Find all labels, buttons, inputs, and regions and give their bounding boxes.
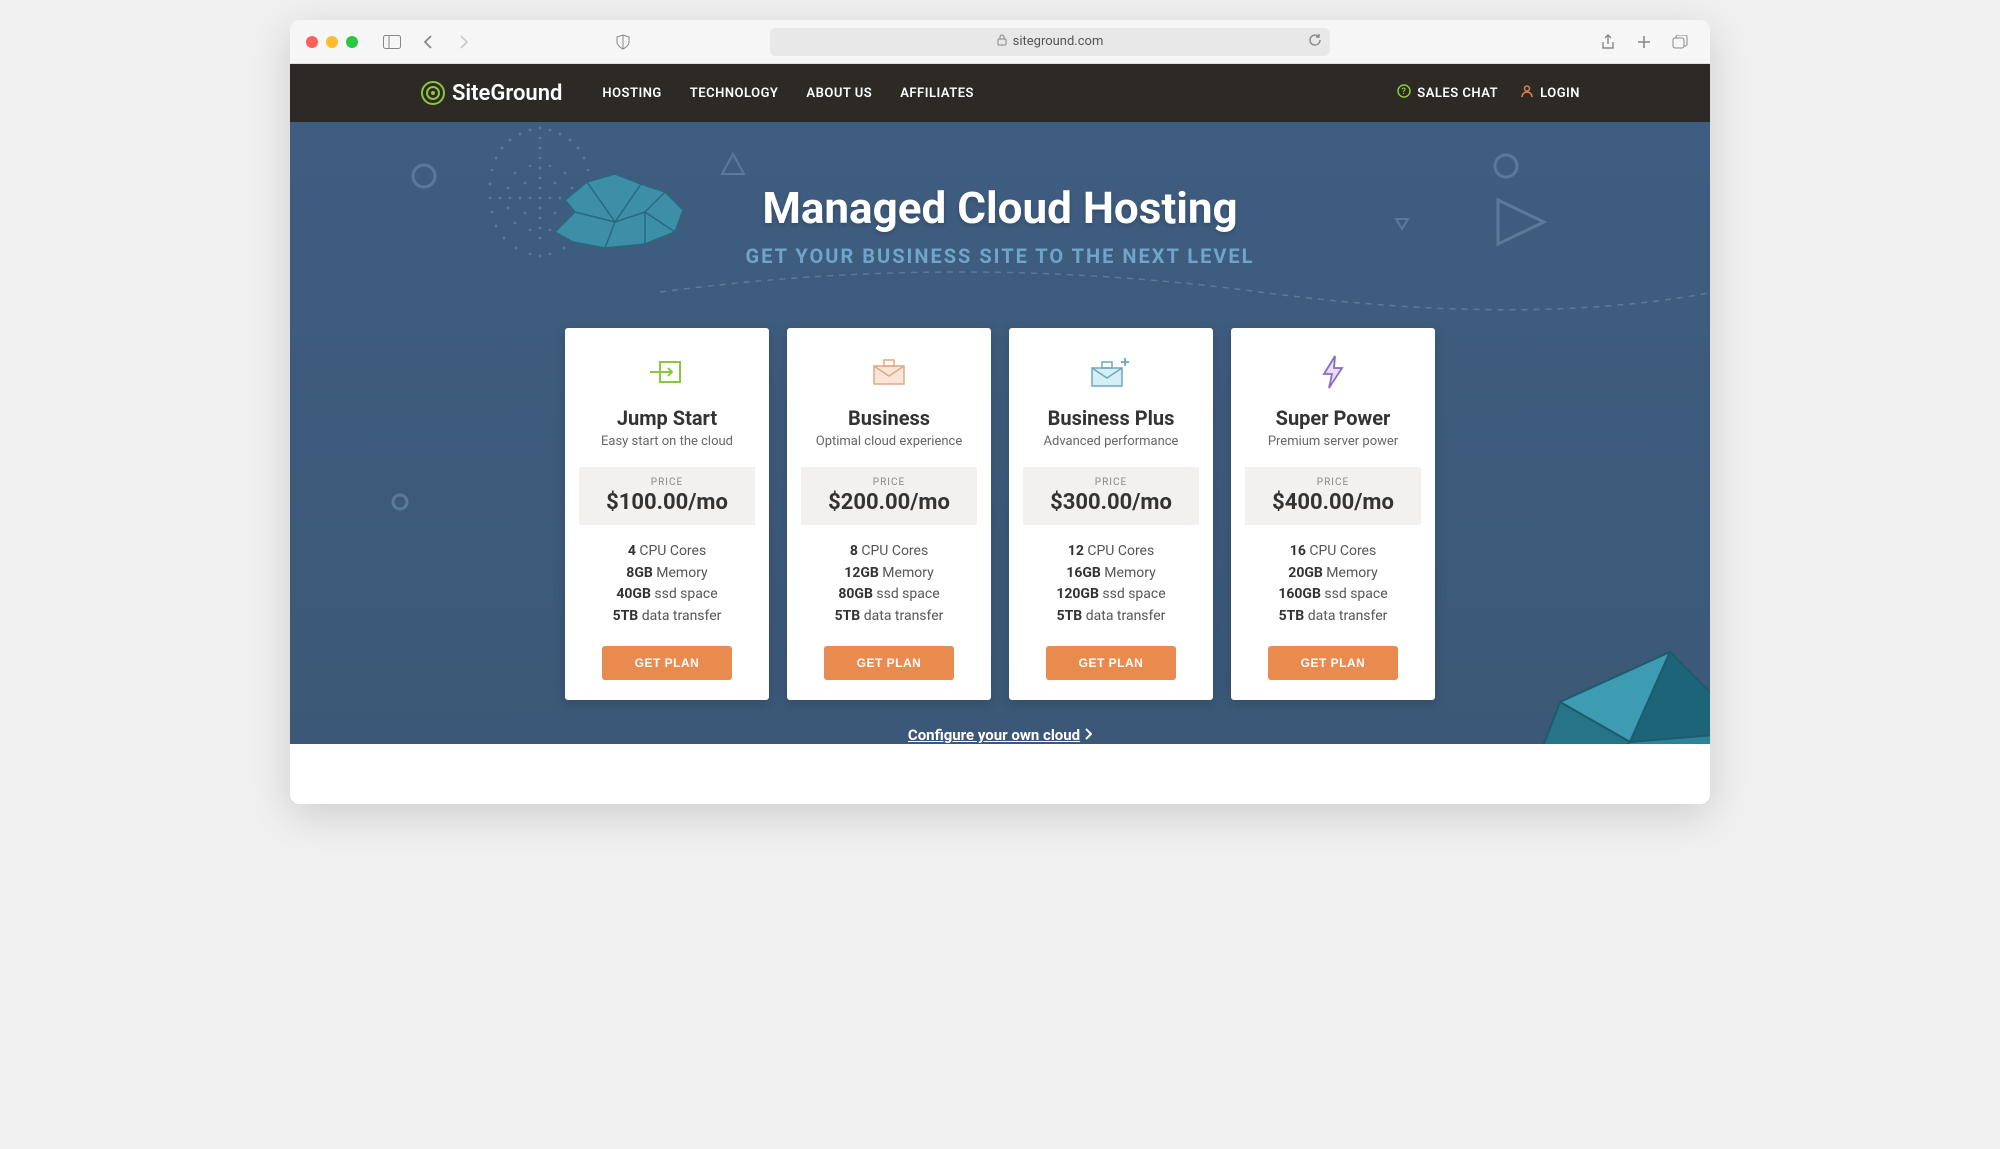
specs-list: 12 CPU Cores 16GB Memory 120GB ssd space… <box>1023 541 1199 628</box>
decorative-cloud-icon <box>545 162 695 262</box>
decorative-circle-icon <box>1492 152 1520 180</box>
plan-card-super-power: Super Power Premium server power PRICE $… <box>1231 328 1435 700</box>
lock-icon <box>997 34 1007 50</box>
share-button[interactable] <box>1594 28 1622 56</box>
super-power-icon <box>1245 354 1421 390</box>
price-value: $100.00/mo <box>579 490 755 515</box>
specs-list: 8 CPU Cores 12GB Memory 80GB ssd space 5… <box>801 541 977 628</box>
price-label: PRICE <box>801 477 977 488</box>
sales-chat-link[interactable]: ? SALES CHAT <box>1397 84 1498 102</box>
back-button[interactable] <box>414 28 442 56</box>
price-box: PRICE $100.00/mo <box>579 467 755 525</box>
minimize-window-button[interactable] <box>326 36 338 48</box>
plan-name: Super Power <box>1245 406 1421 430</box>
plan-card-business: Business Optimal cloud experience PRICE … <box>787 328 991 700</box>
price-label: PRICE <box>1023 477 1199 488</box>
decorative-triangle-icon <box>1490 192 1550 252</box>
page-viewport: SiteGround HOSTING TECHNOLOGY ABOUT US A… <box>290 64 1710 804</box>
address-bar[interactable]: siteground.com <box>770 28 1330 56</box>
logo[interactable]: SiteGround <box>420 80 562 106</box>
decorative-triangle-icon <box>1394 217 1410 231</box>
forward-button[interactable] <box>450 28 478 56</box>
logo-swirl-icon <box>420 80 446 106</box>
logo-text: SiteGround <box>452 81 562 106</box>
plans-grid: Jump Start Easy start on the cloud PRICE… <box>565 328 1435 700</box>
main-nav: HOSTING TECHNOLOGY ABOUT US AFFILIATES <box>602 86 974 101</box>
refresh-button[interactable] <box>1308 33 1322 51</box>
price-value: $400.00/mo <box>1245 490 1421 515</box>
close-window-button[interactable] <box>306 36 318 48</box>
get-plan-button[interactable]: GET PLAN <box>602 646 732 680</box>
decorative-circle-icon <box>390 492 410 512</box>
decorative-dashed-line-icon <box>660 262 1710 322</box>
login-label: LOGIN <box>1540 86 1580 101</box>
nav-hosting[interactable]: HOSTING <box>602 86 661 101</box>
price-box: PRICE $200.00/mo <box>801 467 977 525</box>
configure-link-text: Configure your own cloud <box>908 726 1080 744</box>
browser-chrome: siteground.com <box>290 20 1710 64</box>
nav-about-us[interactable]: ABOUT US <box>806 86 872 101</box>
privacy-shield-icon[interactable] <box>609 28 637 56</box>
decorative-circle-icon <box>410 162 438 190</box>
business-icon <box>801 354 977 390</box>
chat-icon: ? <box>1397 84 1411 102</box>
price-box: PRICE $400.00/mo <box>1245 467 1421 525</box>
price-value: $300.00/mo <box>1023 490 1199 515</box>
sidebar-toggle-button[interactable] <box>378 28 406 56</box>
plan-name: Jump Start <box>579 406 755 430</box>
svg-text:?: ? <box>1402 87 1407 97</box>
traffic-lights <box>306 36 358 48</box>
url-text: siteground.com <box>1013 34 1104 49</box>
new-tab-button[interactable] <box>1630 28 1658 56</box>
plan-card-jump-start: Jump Start Easy start on the cloud PRICE… <box>565 328 769 700</box>
browser-window: siteground.com <box>290 20 1710 804</box>
get-plan-button[interactable]: GET PLAN <box>1268 646 1398 680</box>
hero-subtitle: GET YOUR BUSINESS SITE TO THE NEXT LEVEL <box>745 244 1254 268</box>
price-box: PRICE $300.00/mo <box>1023 467 1199 525</box>
business-plus-icon <box>1023 354 1199 390</box>
plan-tagline: Advanced performance <box>1023 434 1199 449</box>
white-strip <box>290 744 1710 804</box>
user-icon <box>1520 84 1534 102</box>
login-link[interactable]: LOGIN <box>1520 84 1580 102</box>
nav-technology[interactable]: TECHNOLOGY <box>690 86 779 101</box>
decorative-dots-icon <box>460 122 620 278</box>
plan-tagline: Optimal cloud experience <box>801 434 977 449</box>
decorative-triangle-icon <box>720 152 746 176</box>
specs-list: 16 CPU Cores 20GB Memory 160GB ssd space… <box>1245 541 1421 628</box>
chevron-right-icon <box>1084 726 1092 744</box>
plan-name: Business <box>801 406 977 430</box>
plan-tagline: Easy start on the cloud <box>579 434 755 449</box>
site-header: SiteGround HOSTING TECHNOLOGY ABOUT US A… <box>290 64 1710 122</box>
plan-card-business-plus: Business Plus Advanced performance PRICE… <box>1009 328 1213 700</box>
price-value: $200.00/mo <box>801 490 977 515</box>
hero-title: Managed Cloud Hosting <box>762 182 1237 234</box>
tabs-button[interactable] <box>1666 28 1694 56</box>
get-plan-button[interactable]: GET PLAN <box>1046 646 1176 680</box>
sales-chat-label: SALES CHAT <box>1417 86 1498 101</box>
price-label: PRICE <box>579 477 755 488</box>
jump-start-icon <box>579 354 755 390</box>
plan-tagline: Premium server power <box>1245 434 1421 449</box>
plan-name: Business Plus <box>1023 406 1199 430</box>
maximize-window-button[interactable] <box>346 36 358 48</box>
hero-section: Managed Cloud Hosting GET YOUR BUSINESS … <box>290 122 1710 792</box>
specs-list: 4 CPU Cores 8GB Memory 40GB ssd space 5T… <box>579 541 755 628</box>
nav-affiliates[interactable]: AFFILIATES <box>900 86 974 101</box>
get-plan-button[interactable]: GET PLAN <box>824 646 954 680</box>
price-label: PRICE <box>1245 477 1421 488</box>
configure-own-cloud-link[interactable]: Configure your own cloud <box>908 726 1092 744</box>
